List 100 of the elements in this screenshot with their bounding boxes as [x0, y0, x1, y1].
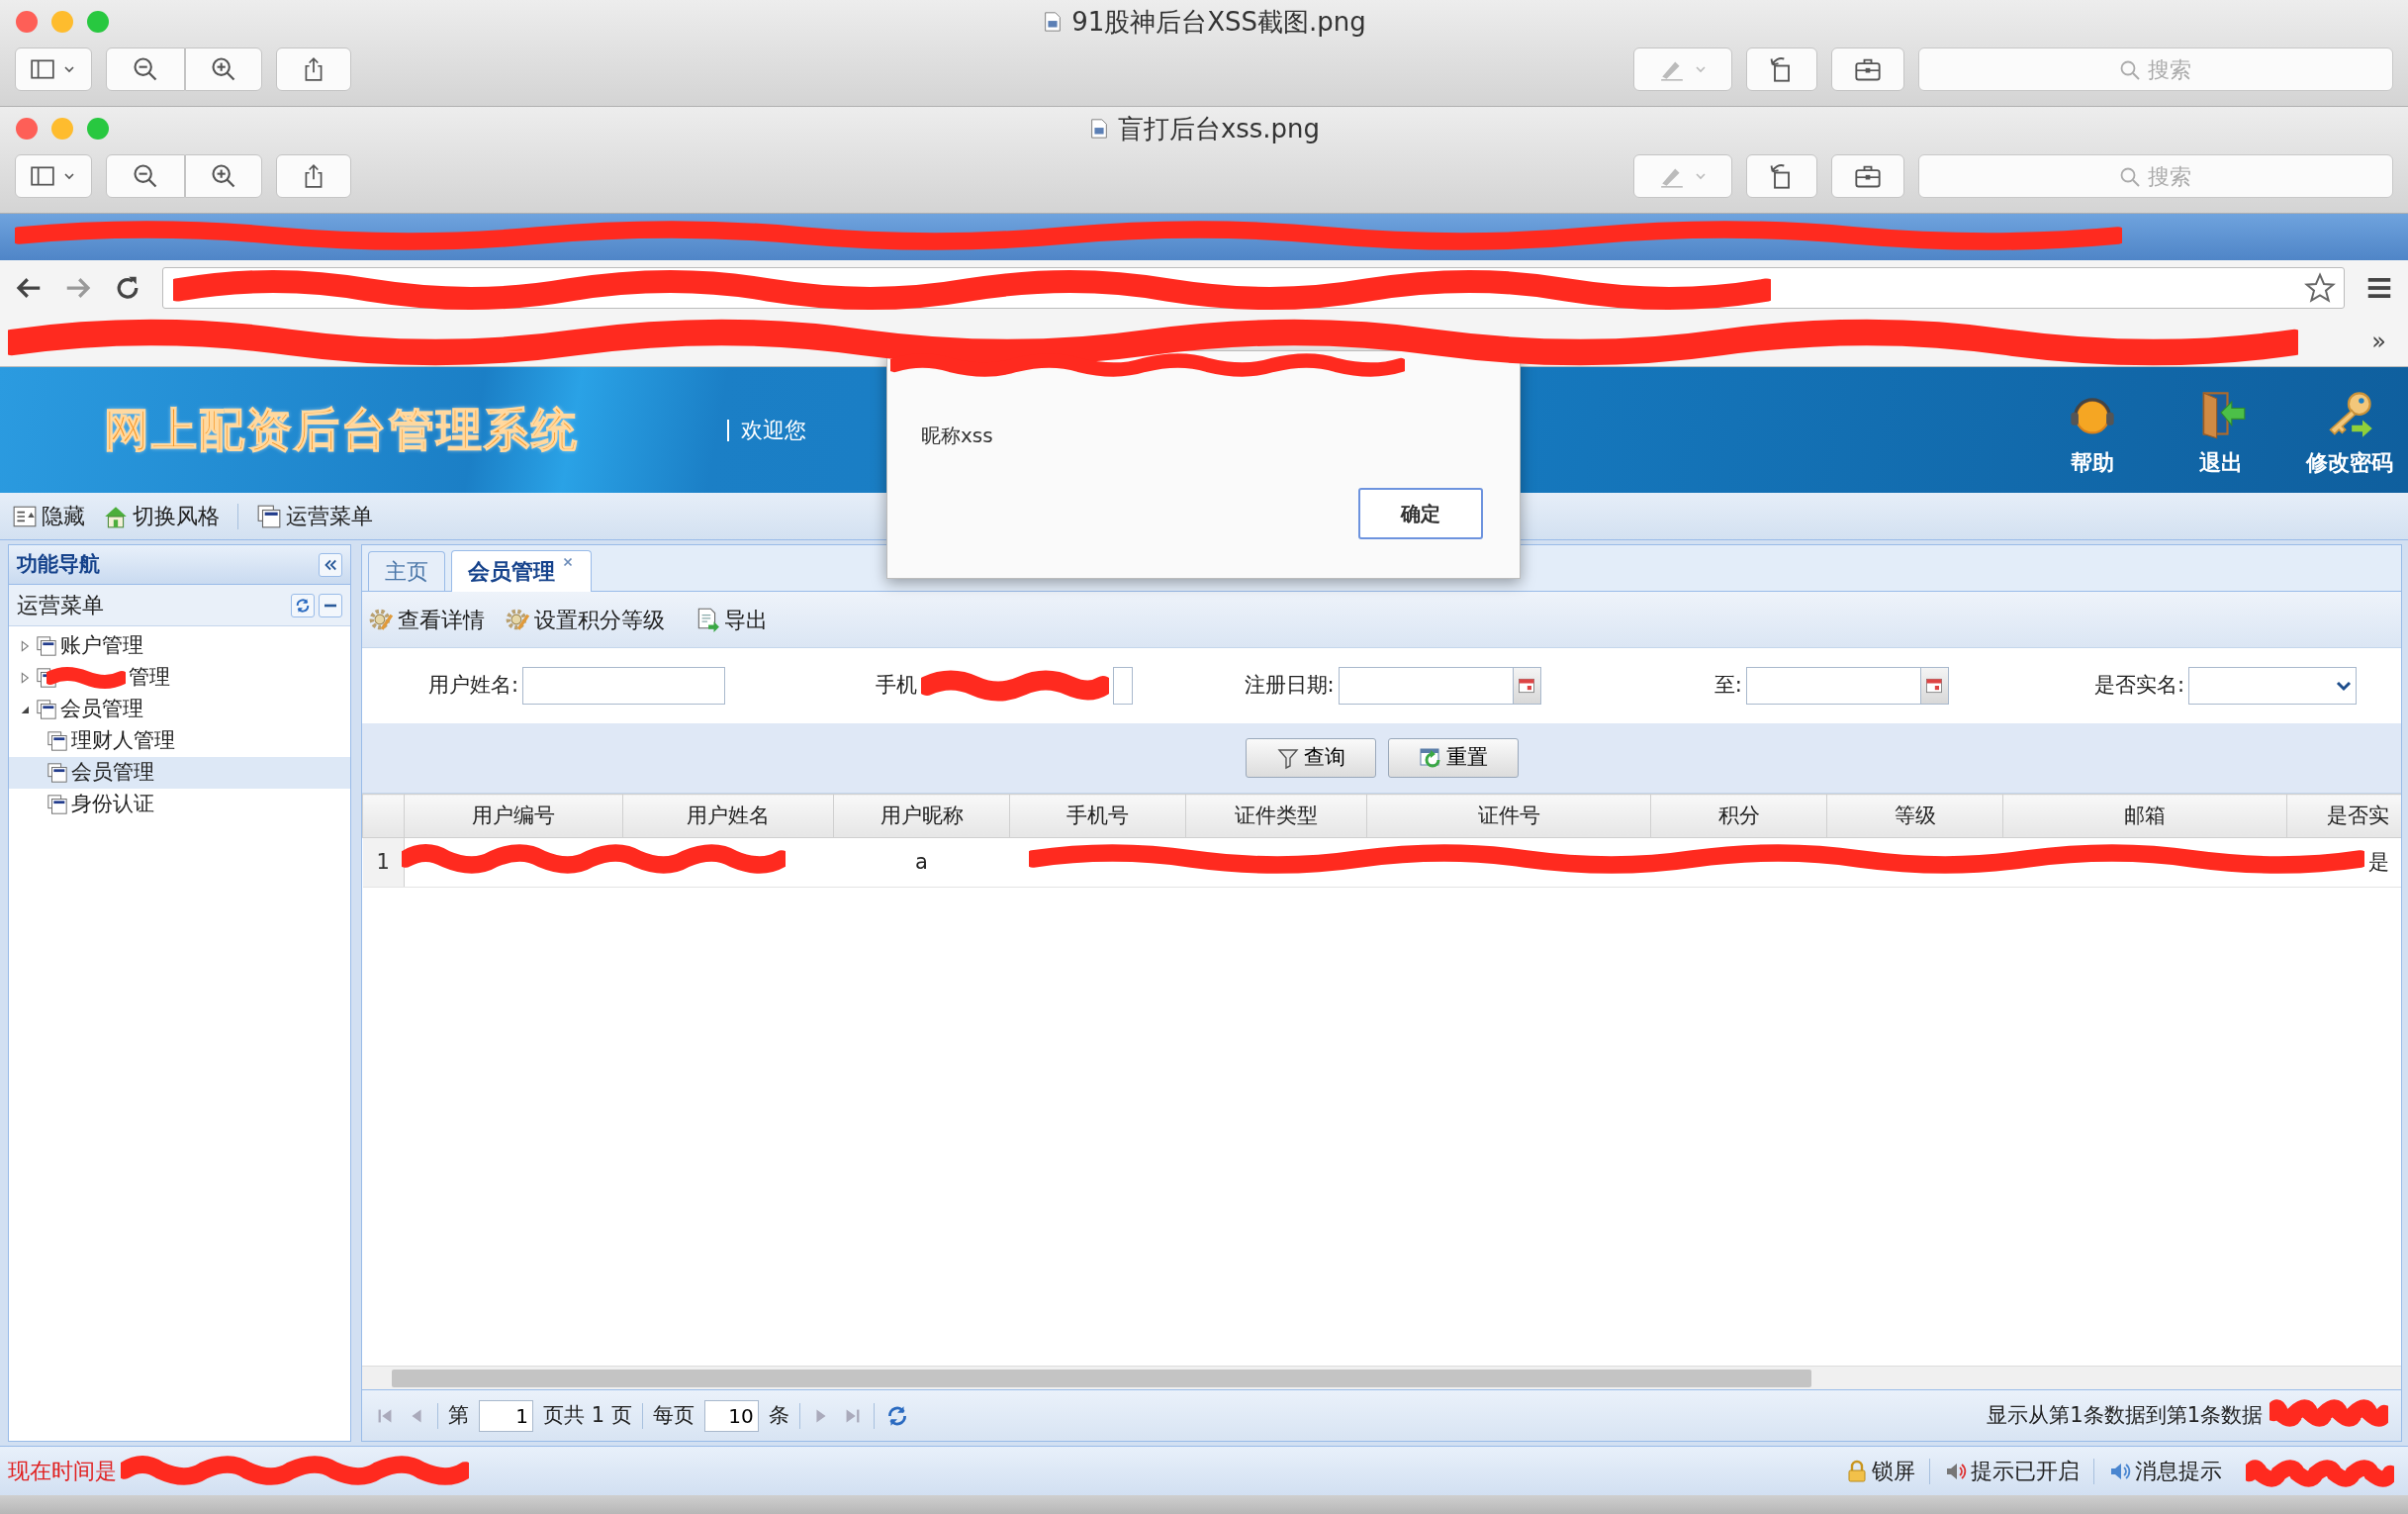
column-header[interactable]: 邮箱: [2002, 794, 2287, 838]
column-header[interactable]: 用户姓名: [622, 794, 834, 838]
tree-item[interactable]: 管理: [9, 662, 350, 694]
rotate-button[interactable]: [1746, 154, 1817, 198]
zoom-out-button[interactable]: [106, 154, 185, 198]
rotate-button[interactable]: [1746, 47, 1817, 91]
calendar-icon[interactable]: [1517, 676, 1537, 696]
toolbox-button[interactable]: [1831, 154, 1904, 198]
collapse-section-button[interactable]: [319, 593, 342, 617]
field-label: 是否实名:: [2093, 672, 2184, 700]
more-bookmarks-button[interactable]: »: [2371, 323, 2386, 359]
pager-label: 条: [768, 1401, 789, 1429]
tree-item[interactable]: 会员管理: [9, 757, 350, 789]
reset-icon: [1418, 746, 1442, 770]
sidebar-button[interactable]: [15, 47, 92, 91]
field-label: 至:: [1713, 672, 1742, 700]
close-icon[interactable]: [561, 555, 575, 569]
tree-item[interactable]: 账户管理: [9, 630, 350, 662]
column-header[interactable]: 积分: [1650, 794, 1827, 838]
funnel-icon: [1275, 746, 1300, 770]
row-number: 1: [362, 837, 405, 888]
column-header[interactable]: 等级: [1826, 794, 2003, 838]
date-field[interactable]: [1745, 667, 1949, 705]
action-button[interactable]: 导出: [695, 603, 768, 636]
welcome-text: 欢迎您: [727, 419, 806, 441]
page-input[interactable]: 1: [479, 1399, 533, 1432]
column-header[interactable]: 是否实: [2286, 794, 2401, 838]
zoom-out-button[interactable]: [106, 47, 185, 91]
share-button[interactable]: [276, 154, 351, 198]
pager-label: 页共 1 页: [543, 1401, 632, 1429]
search-field[interactable]: 搜索: [1919, 48, 2392, 90]
calendar-icon[interactable]: [1924, 676, 1945, 696]
table-cell: a: [915, 849, 928, 874]
filter-button[interactable]: 查询: [1245, 738, 1376, 778]
panel-title: 功能导航: [17, 550, 100, 578]
column-header[interactable]: 手机号: [1009, 794, 1186, 838]
action-button[interactable]: 查看详情: [368, 603, 485, 636]
pager-summary: 显示从第1条数据到第1条数据: [1987, 1401, 2263, 1429]
window-icon: [36, 699, 57, 720]
table-cell: 是: [2367, 849, 2389, 874]
field-label: 用户姓名:: [428, 672, 519, 700]
window-icon: [46, 794, 68, 815]
zoom-in-icon: [210, 55, 237, 83]
zoom-in-button[interactable]: [185, 47, 262, 91]
gear-icon: [505, 607, 530, 632]
column-header[interactable]: 用户编号: [404, 794, 623, 838]
toolbar-button[interactable]: 运营菜单: [256, 500, 373, 532]
pager-label: 第: [448, 1401, 469, 1429]
window-icon: [256, 503, 282, 529]
pager-label: 每页: [652, 1401, 695, 1429]
logout-link[interactable]: 退出: [2199, 446, 2243, 479]
tab[interactable]: 主页: [368, 551, 445, 591]
status-button[interactable]: 消息提示: [2108, 1455, 2222, 1487]
minus-icon: [324, 603, 337, 608]
section-title: 运营菜单: [17, 592, 104, 619]
ok-button[interactable]: 确定: [1358, 488, 1483, 539]
tree-item[interactable]: 理财人管理: [9, 725, 350, 757]
dropdown-field[interactable]: [2188, 667, 2357, 705]
close-button[interactable]: [16, 118, 38, 140]
zoom-out-icon: [132, 162, 159, 190]
sidebar-icon: [30, 56, 55, 82]
gear-icon: [368, 607, 394, 632]
status-button[interactable]: 提示已开启: [1944, 1455, 2080, 1487]
search-field[interactable]: 搜索: [1919, 155, 2392, 197]
window-icon: [36, 667, 57, 689]
field-label: 手机: [876, 672, 918, 700]
reset-button[interactable]: 重置: [1387, 738, 1519, 778]
time-label: 现在时间是: [8, 1458, 117, 1485]
toolbar-button[interactable]: 隐藏: [12, 500, 85, 532]
action-button[interactable]: 设置积分等级: [505, 603, 665, 636]
sidebar-button[interactable]: [15, 154, 92, 198]
tab[interactable]: 会员管理: [451, 550, 592, 592]
share-button[interactable]: [276, 47, 351, 91]
column-header[interactable]: 证件类型: [1185, 794, 1367, 838]
input-field[interactable]: [522, 667, 726, 705]
column-header[interactable]: 用户昵称: [833, 794, 1010, 838]
refresh-button[interactable]: [291, 593, 315, 617]
date-field[interactable]: [1338, 667, 1541, 705]
system-title: 网上配资后台管理系统: [104, 402, 579, 458]
collapse-button[interactable]: [319, 552, 342, 577]
status-button[interactable]: 锁屏: [1845, 1455, 1915, 1487]
zoom-in-button[interactable]: [185, 154, 262, 198]
toolbar-button[interactable]: 切换风格: [103, 500, 220, 532]
window-icon: [46, 730, 68, 752]
column-header[interactable]: 证件号: [1366, 794, 1651, 838]
tree-item[interactable]: 会员管理: [9, 694, 350, 725]
star-icon[interactable]: [2304, 272, 2336, 304]
window-title: 91股神后台XSS截图.png: [1071, 5, 1366, 39]
help-link[interactable]: 帮助: [2071, 446, 2114, 479]
search-icon: [2118, 58, 2142, 82]
horizontal-scrollbar[interactable]: [362, 1366, 2401, 1389]
password-link[interactable]: 修改密码: [2306, 446, 2393, 479]
page-size-input[interactable]: 10: [703, 1399, 759, 1432]
input-field[interactable]: [1113, 667, 1134, 705]
close-button[interactable]: [16, 11, 38, 33]
padlock-icon: [1845, 1459, 1869, 1483]
toolbox-button[interactable]: [1831, 47, 1904, 91]
window-title: 盲打后台xss.png: [1117, 112, 1321, 145]
tree-item[interactable]: 身份认证: [9, 789, 350, 820]
dialog-message: 昵称xss: [921, 423, 993, 449]
